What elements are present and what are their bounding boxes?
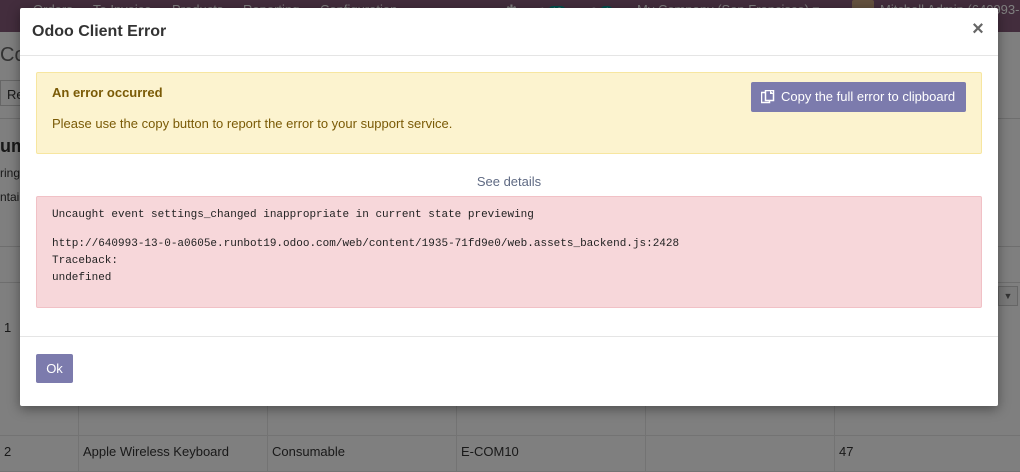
- dialog-footer: Ok: [20, 336, 998, 406]
- error-traceback-label: Traceback:: [52, 255, 119, 267]
- error-spacer: [52, 224, 966, 236]
- alert-title: An error occurred: [52, 85, 163, 100]
- alert-message: Please use the copy button to report the…: [52, 116, 453, 131]
- error-url: http://640993-13-0-a0605e.runbot19.odoo.…: [52, 238, 680, 250]
- dialog-title: Odoo Client Error: [32, 23, 167, 40]
- copy-button-label: Copy the full error to clipboard: [781, 89, 956, 104]
- warning-alert: An error occurred Please use the copy bu…: [36, 72, 982, 154]
- close-icon[interactable]: ×: [968, 18, 988, 40]
- error-traceback: Uncaught event settings_changed inapprop…: [36, 196, 982, 308]
- error-traceback-value: undefined: [52, 272, 112, 284]
- clipboard-icon: [761, 90, 775, 104]
- see-details-link[interactable]: See details: [20, 174, 998, 189]
- error-dialog: Odoo Client Error × An error occurred Pl…: [20, 8, 998, 406]
- error-message: Uncaught event settings_changed inapprop…: [52, 209, 534, 221]
- ok-button[interactable]: Ok: [36, 354, 73, 383]
- copy-error-button[interactable]: Copy the full error to clipboard: [751, 82, 966, 112]
- dialog-header: Odoo Client Error ×: [20, 8, 998, 56]
